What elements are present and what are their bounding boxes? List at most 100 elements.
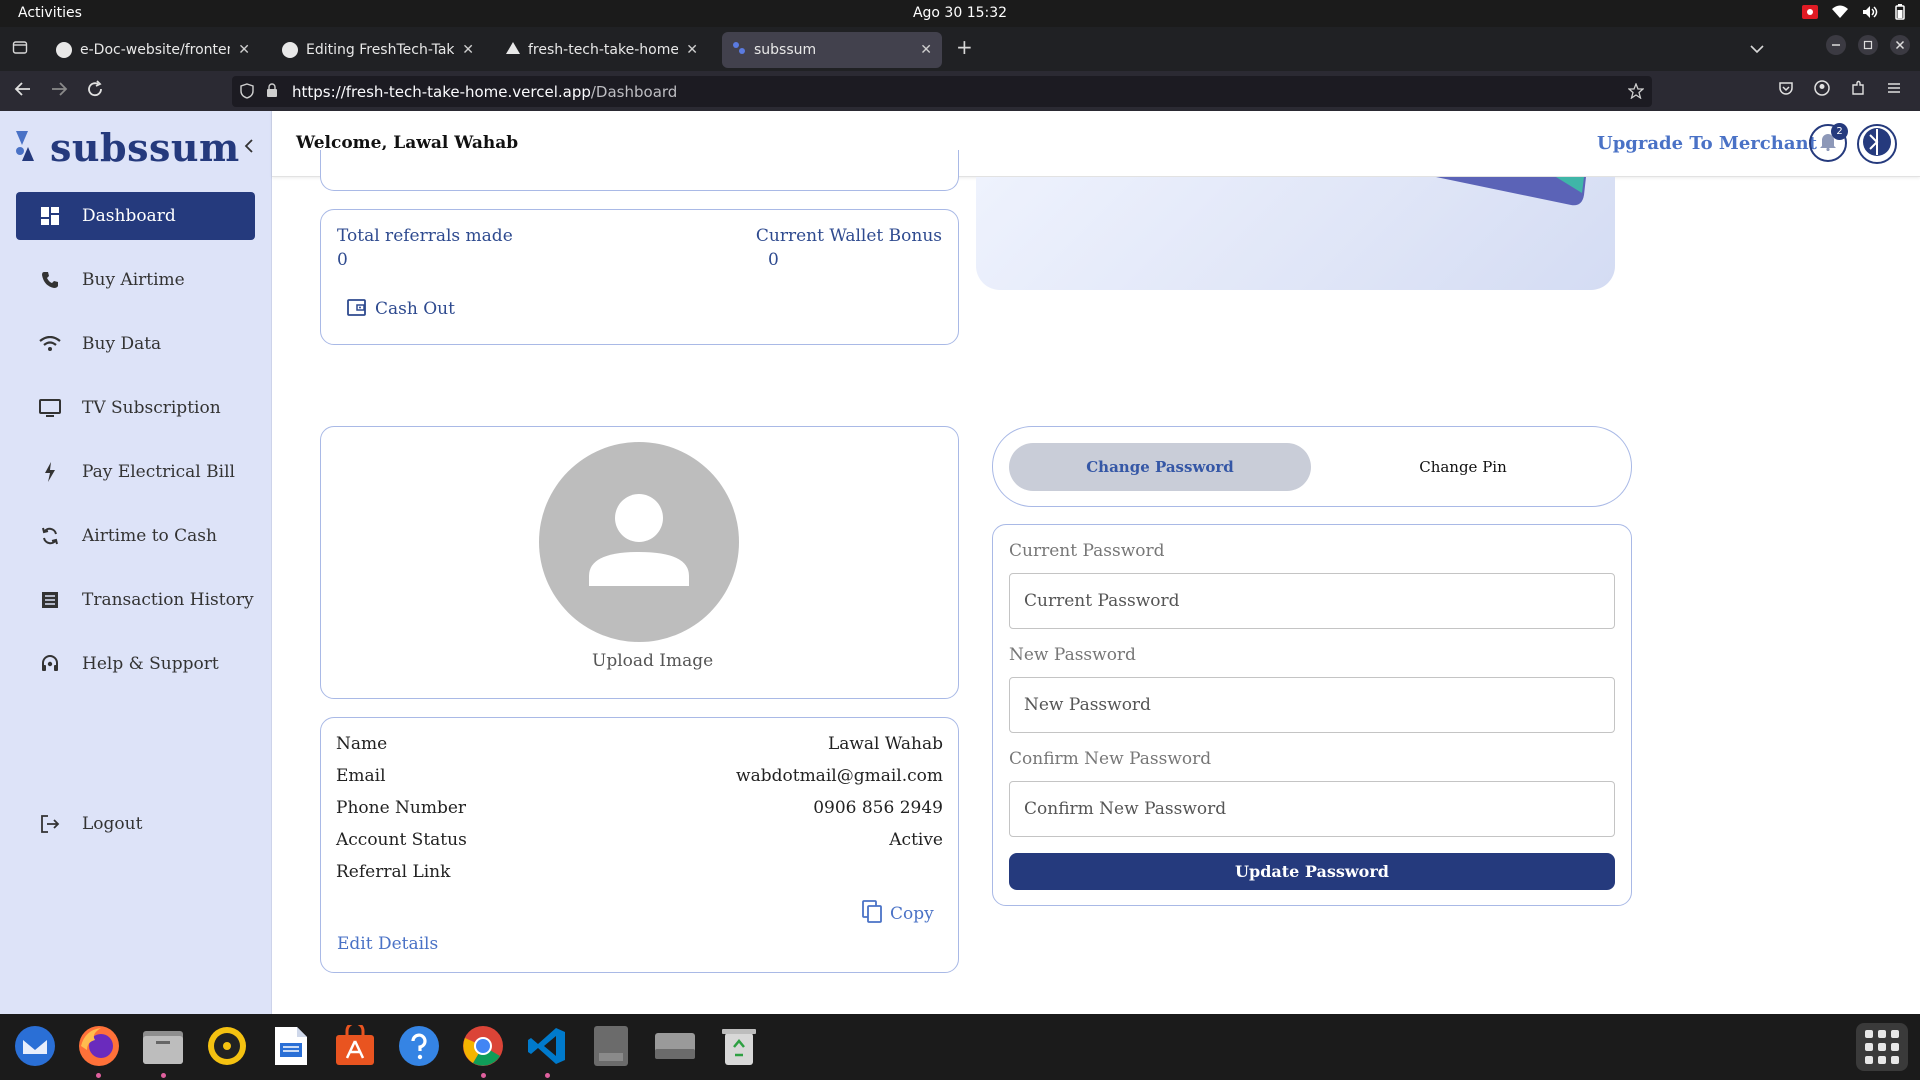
close-tab-icon[interactable]: ✕ bbox=[238, 42, 250, 58]
menu-icon[interactable] bbox=[1886, 80, 1902, 101]
url-text[interactable]: https://fresh-tech-take-home.vercel.app/… bbox=[292, 83, 677, 101]
help-icon[interactable] bbox=[396, 1023, 442, 1069]
profile-row-email: Email wabdotmail@gmail.com bbox=[336, 766, 943, 786]
running-indicator bbox=[96, 1073, 101, 1078]
tab-change-password[interactable]: Change Password bbox=[1009, 443, 1311, 491]
firefox-icon[interactable] bbox=[76, 1023, 122, 1069]
files-icon[interactable] bbox=[140, 1023, 186, 1069]
user-avatar[interactable] bbox=[1857, 124, 1897, 164]
bookmark-star-icon[interactable] bbox=[1627, 82, 1645, 103]
tab-fresh-tech-take-home[interactable]: fresh-tech-take-home - O ✕ bbox=[496, 32, 708, 68]
person-icon bbox=[587, 488, 691, 596]
lock-icon[interactable] bbox=[266, 83, 278, 102]
current-password-label: Current Password bbox=[1009, 541, 1165, 561]
copy-referral-button[interactable]: Copy bbox=[862, 900, 934, 928]
upgrade-to-merchant-link[interactable]: Upgrade To Merchant bbox=[1597, 133, 1817, 154]
github-icon bbox=[56, 42, 72, 58]
chrome-icon[interactable] bbox=[460, 1023, 506, 1069]
notifications-button[interactable]: 2 bbox=[1809, 123, 1848, 162]
sidebar-item-label: Buy Airtime bbox=[82, 270, 185, 290]
tab-title: subssum bbox=[754, 42, 817, 58]
battery-icon[interactable] bbox=[1892, 4, 1908, 20]
tab-change-pin[interactable]: Change Pin bbox=[1312, 443, 1614, 491]
close-tab-icon[interactable]: ✕ bbox=[920, 42, 932, 58]
github-icon bbox=[282, 42, 298, 58]
profile-row-name: Name Lawal Wahab bbox=[336, 734, 943, 754]
profile-picture-placeholder[interactable] bbox=[539, 442, 739, 642]
chevron-down-icon[interactable] bbox=[1750, 39, 1764, 58]
volume-icon[interactable] bbox=[1862, 4, 1878, 20]
collapse-sidebar-icon[interactable] bbox=[244, 137, 254, 158]
edit-details-link[interactable]: Edit Details bbox=[337, 934, 438, 954]
sidebar-item-buy-airtime[interactable]: Buy Airtime bbox=[16, 256, 255, 304]
current-password-field[interactable] bbox=[1009, 573, 1615, 629]
sidebar-item-dashboard[interactable]: Dashboard bbox=[16, 192, 255, 240]
app-center-icon[interactable] bbox=[332, 1023, 378, 1069]
sidebar-item-label: Help & Support bbox=[82, 654, 219, 674]
logout-button[interactable]: Logout bbox=[16, 800, 255, 848]
sidebar-item-buy-data[interactable]: Buy Data bbox=[16, 320, 255, 368]
close-tab-icon[interactable]: ✕ bbox=[686, 42, 698, 58]
rhythmbox-icon[interactable] bbox=[204, 1023, 250, 1069]
trash-icon[interactable] bbox=[716, 1023, 762, 1069]
window-maximize-button[interactable] bbox=[1858, 35, 1878, 59]
tab-list-icon[interactable] bbox=[12, 39, 28, 59]
address-bar[interactable]: https://fresh-tech-take-home.vercel.app/… bbox=[232, 76, 1652, 107]
wifi-status-icon[interactable] bbox=[1832, 4, 1848, 20]
pocket-icon[interactable] bbox=[1778, 80, 1794, 101]
forward-arrow-icon[interactable] bbox=[50, 80, 68, 103]
sidebar-item-tv-subscription[interactable]: TV Subscription bbox=[16, 384, 255, 432]
brand-name: subssum bbox=[50, 125, 240, 170]
back-arrow-icon[interactable] bbox=[14, 80, 32, 103]
show-applications-button[interactable] bbox=[1856, 1023, 1908, 1071]
account-icon[interactable] bbox=[1814, 80, 1830, 101]
sidebar-item-label: Buy Data bbox=[82, 334, 162, 354]
close-tab-icon[interactable]: ✕ bbox=[462, 42, 474, 58]
device-illustration-icon bbox=[1436, 177, 1586, 206]
profile-label: Email bbox=[336, 766, 386, 786]
cash-out-button[interactable]: Cash Out bbox=[347, 297, 455, 321]
sidebar-item-help-support[interactable]: Help & Support bbox=[16, 640, 255, 688]
thunderbird-icon[interactable] bbox=[12, 1023, 58, 1069]
writer-icon[interactable] bbox=[268, 1023, 314, 1069]
confirm-password-field[interactable] bbox=[1009, 781, 1615, 837]
sidebar-item-transaction-history[interactable]: Transaction History bbox=[16, 576, 255, 624]
sidebar-item-label: Transaction History bbox=[82, 590, 254, 610]
taskbar-dock bbox=[0, 1014, 1920, 1080]
wallet-bonus-value: 0 bbox=[768, 250, 779, 270]
upload-image-label[interactable]: Upload Image bbox=[592, 651, 713, 671]
tab-editing-freshtech[interactable]: Editing FreshTech-Take-H ✕ bbox=[272, 32, 484, 68]
promo-banner bbox=[976, 177, 1615, 290]
new-password-field[interactable] bbox=[1009, 677, 1615, 733]
headset-icon bbox=[36, 654, 64, 674]
new-tab-button[interactable]: + bbox=[956, 35, 973, 59]
window-close-button[interactable] bbox=[1890, 35, 1910, 59]
tab-subssum[interactable]: subssum ✕ bbox=[722, 32, 942, 68]
extensions-icon[interactable] bbox=[1850, 80, 1866, 101]
running-indicator bbox=[545, 1073, 550, 1078]
profile-value: Lawal Wahab bbox=[827, 734, 943, 754]
sidebar-item-airtime-to-cash[interactable]: Airtime to Cash bbox=[16, 512, 255, 560]
sidebar-item-label: TV Subscription bbox=[82, 398, 221, 418]
brand-logo[interactable]: subssum bbox=[14, 125, 240, 170]
ssd-drive-icon[interactable] bbox=[588, 1023, 634, 1069]
profile-value: wabdotmail@gmail.com bbox=[736, 766, 943, 786]
subssum-logo-icon bbox=[14, 129, 36, 167]
notification-count-badge: 2 bbox=[1831, 123, 1848, 140]
system-clock[interactable]: Ago 30 15:32 bbox=[0, 5, 1920, 21]
sidebar-item-pay-electrical-bill[interactable]: Pay Electrical Bill bbox=[16, 448, 255, 496]
shield-icon[interactable] bbox=[240, 83, 254, 103]
profile-label: Account Status bbox=[336, 830, 467, 850]
refresh-icon bbox=[36, 526, 64, 546]
screen-record-icon[interactable] bbox=[1802, 4, 1818, 20]
url-path: /Dashboard bbox=[590, 82, 678, 101]
update-password-button[interactable]: Update Password bbox=[1009, 853, 1615, 890]
bolt-icon bbox=[36, 462, 64, 482]
system-tray[interactable] bbox=[1802, 4, 1908, 20]
tab-edoc-website[interactable]: e-Doc-website/frontend/ ✕ bbox=[46, 32, 260, 68]
reload-icon[interactable] bbox=[86, 80, 104, 103]
drive-icon[interactable] bbox=[652, 1023, 698, 1069]
vscode-icon[interactable] bbox=[524, 1023, 570, 1069]
window-minimize-button[interactable] bbox=[1826, 35, 1846, 59]
phone-icon bbox=[36, 271, 64, 289]
